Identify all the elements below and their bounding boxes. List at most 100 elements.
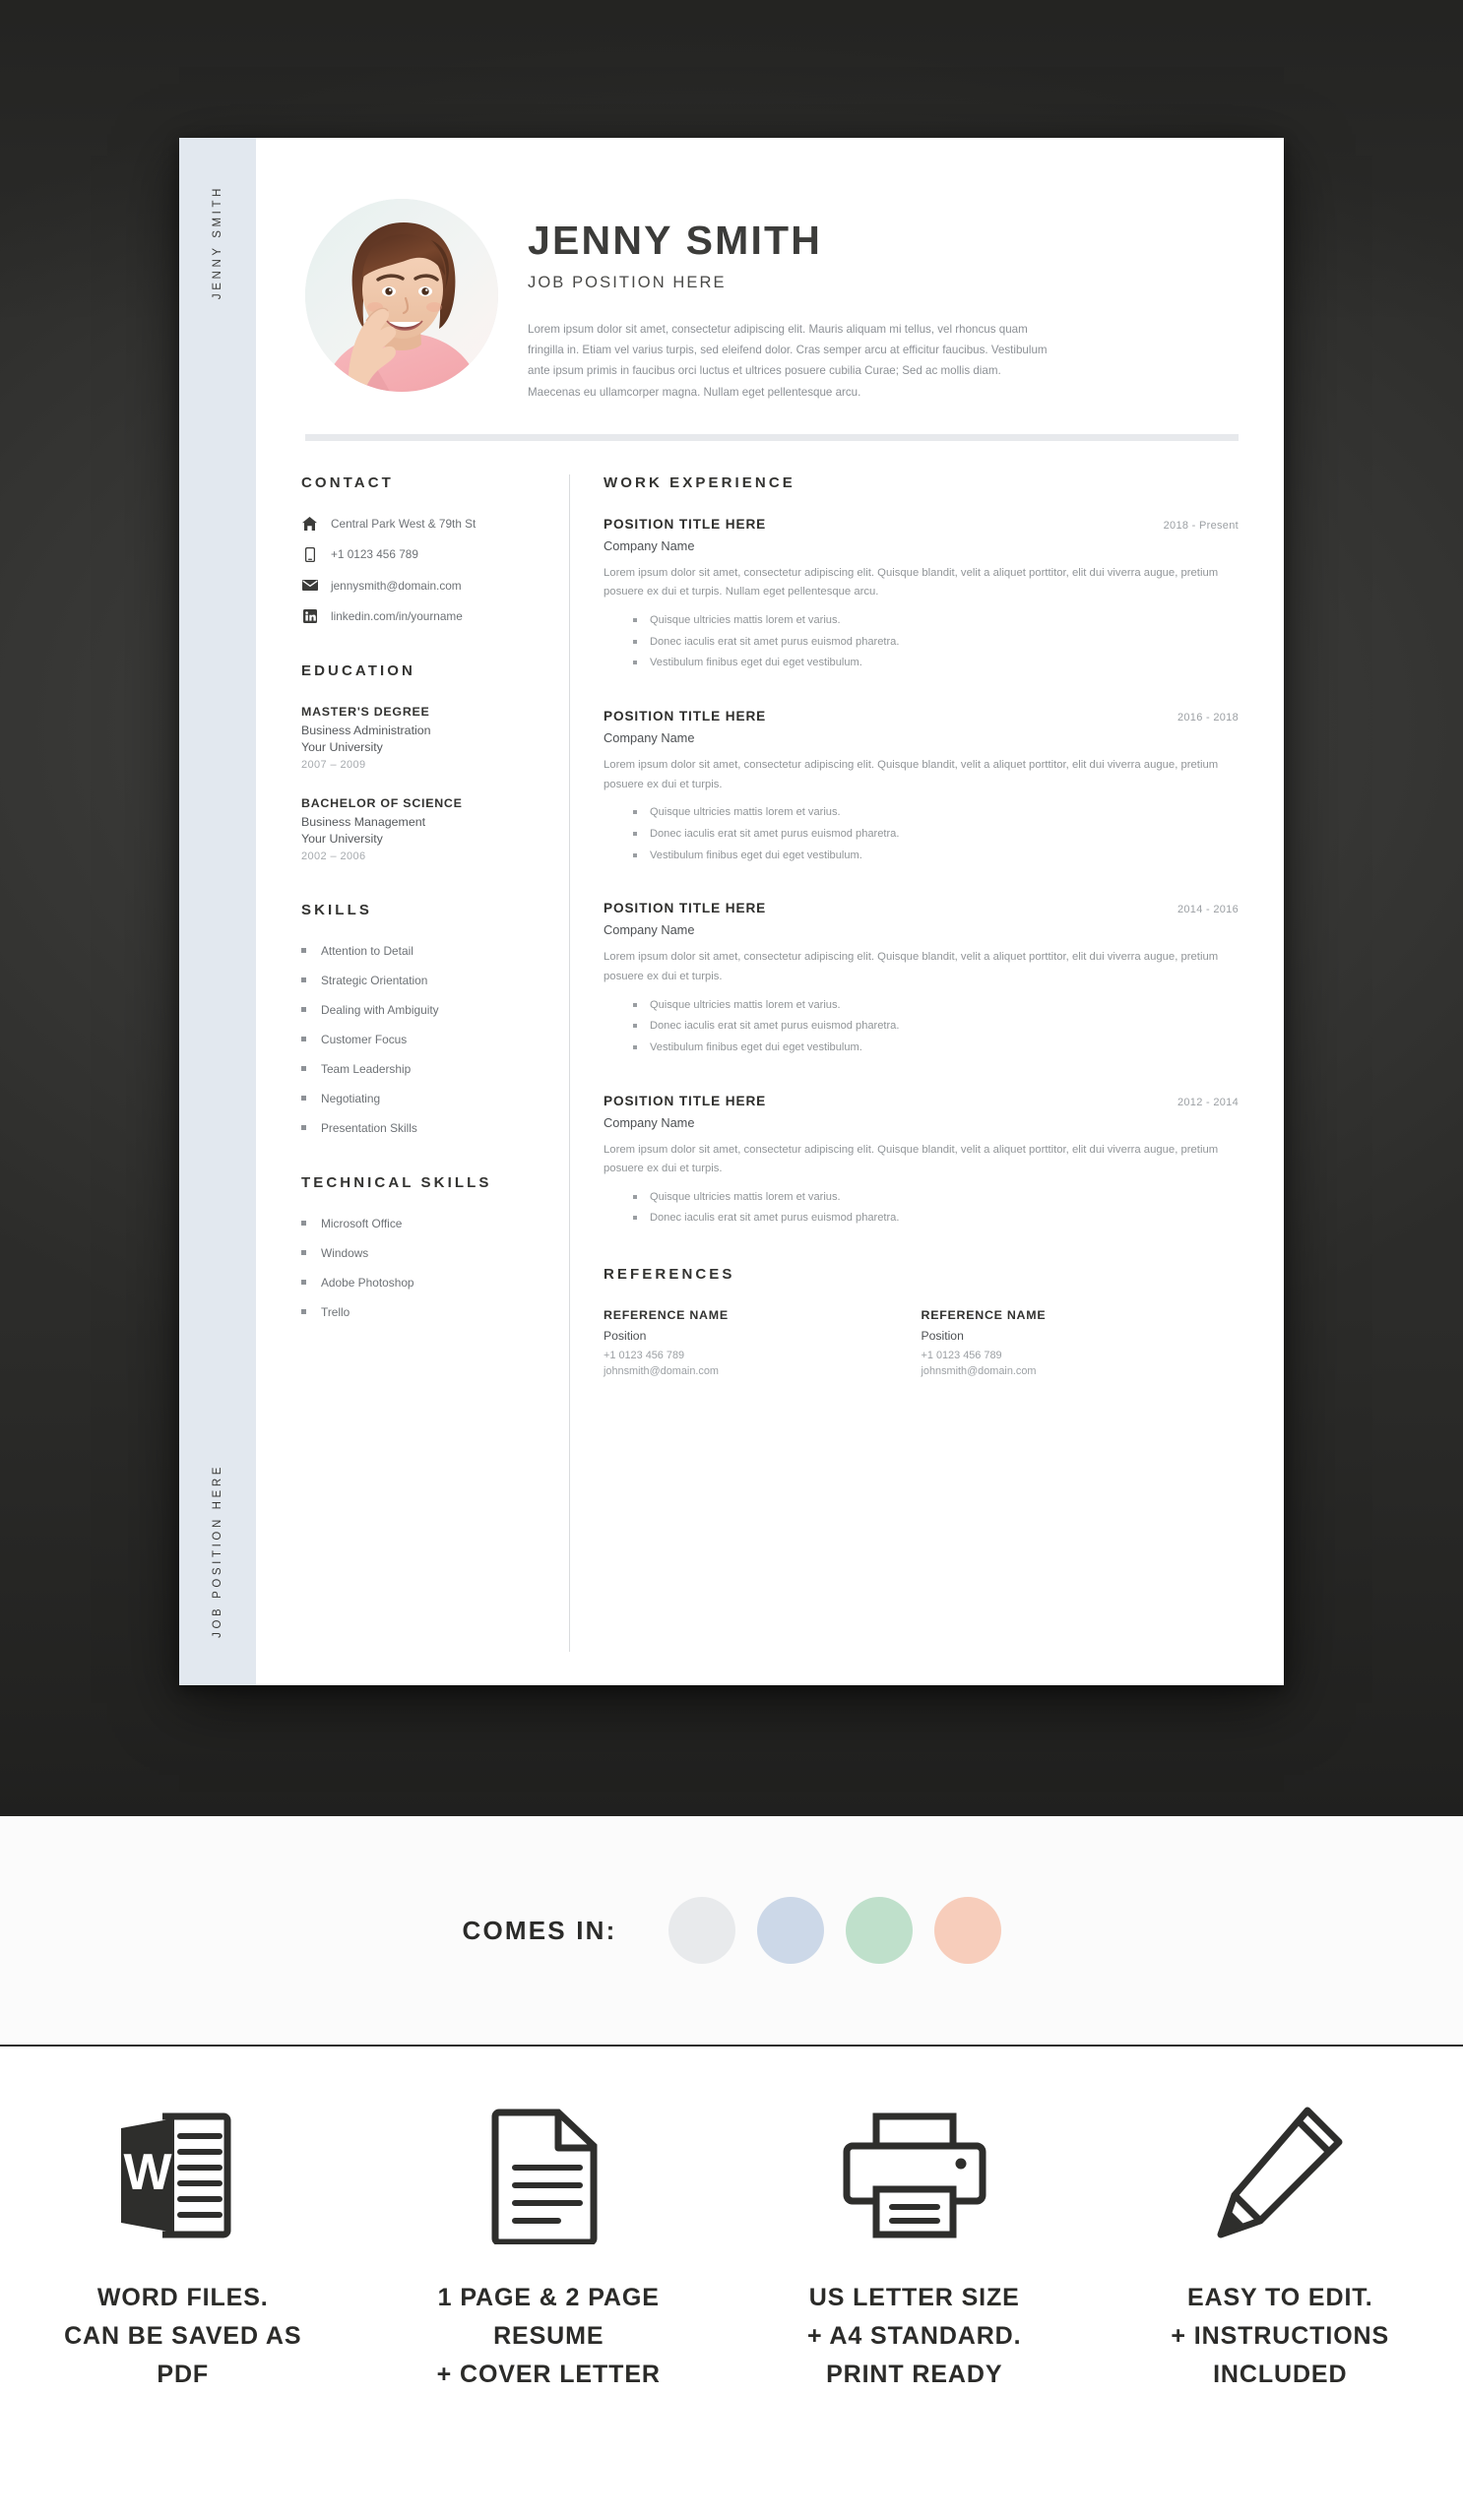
square-bullet-icon bbox=[633, 1024, 637, 1029]
comes-in-label: COMES IN: bbox=[462, 1915, 617, 1945]
list-item: Donec iaculis erat sit amet purus euismo… bbox=[633, 826, 1239, 843]
education-item: BACHELOR OF SCIENCE Business Management … bbox=[301, 796, 543, 862]
feature-label-line: PRINT READY bbox=[826, 2360, 1003, 2388]
feature-word-files: W WORD FILES. CAN BE SAVED AS PDF bbox=[0, 2047, 366, 2520]
feature-label-line: CAN BE SAVED AS bbox=[64, 2321, 302, 2350]
work-experience-entry: POSITION TITLE HERE 2018 - Present Compa… bbox=[604, 517, 1239, 671]
education-degree: BACHELOR OF SCIENCE bbox=[301, 795, 463, 810]
list-item: Windows bbox=[301, 1246, 543, 1260]
envelope-icon bbox=[301, 580, 318, 592]
job-date-range: 2012 - 2014 bbox=[1177, 1096, 1239, 1108]
job-bullet-text: Vestibulum finibus eget dui eget vestibu… bbox=[650, 657, 862, 669]
square-bullet-icon bbox=[633, 1044, 637, 1049]
color-swatch-mint-green[interactable] bbox=[845, 1897, 913, 1964]
feature-label-line: + INSTRUCTIONS bbox=[1171, 2321, 1390, 2350]
education-section-title: EDUCATION bbox=[301, 662, 415, 679]
square-bullet-icon bbox=[301, 1221, 306, 1227]
contact-section: CONTACT Central Park West & 79th St +1 0… bbox=[301, 474, 543, 623]
job-header: POSITION TITLE HERE 2012 - 2014 bbox=[604, 1094, 1239, 1108]
job-company: Company Name bbox=[604, 1114, 695, 1130]
references-list: REFERENCE NAME Position +1 0123 456 789 … bbox=[604, 1308, 1239, 1377]
square-bullet-icon bbox=[301, 977, 306, 983]
reference-position: Position bbox=[921, 1329, 964, 1344]
list-item: Attention to Detail bbox=[301, 944, 543, 958]
document-pages-icon bbox=[489, 2102, 607, 2249]
job-description: Lorem ipsum dolor sit amet, consectetur … bbox=[604, 951, 1219, 982]
feature-label-group: 1 PAGE & 2 PAGE RESUME + COVER LETTER bbox=[437, 2279, 661, 2393]
square-bullet-icon bbox=[301, 1066, 306, 1072]
square-bullet-icon bbox=[633, 810, 637, 815]
contact-email-text: jennysmith@domain.com bbox=[331, 578, 462, 593]
work-experience-entry: POSITION TITLE HERE 2014 - 2016 Company … bbox=[604, 901, 1239, 1055]
list-item: Vestibulum finibus eget dui eget vestibu… bbox=[633, 655, 1239, 671]
job-title: POSITION TITLE HERE bbox=[604, 901, 767, 916]
phone-icon bbox=[301, 546, 318, 562]
reference-phone: +1 0123 456 789 bbox=[921, 1350, 1002, 1362]
resume-side-strip: JENNY SMITH JOB POSITION HERE bbox=[179, 138, 256, 1685]
resume-right-column: WORK EXPERIENCE POSITION TITLE HERE 2018… bbox=[570, 474, 1239, 1685]
list-item: Trello bbox=[301, 1305, 543, 1319]
list-item: Negotiating bbox=[301, 1092, 543, 1105]
skill-label: Customer Focus bbox=[321, 1032, 408, 1046]
home-icon bbox=[301, 516, 318, 531]
job-date-range: 2016 - 2018 bbox=[1177, 712, 1239, 724]
resume-left-column: CONTACT Central Park West & 79th St +1 0… bbox=[301, 474, 569, 1685]
job-bullet-text: Donec iaculis erat sit amet purus euismo… bbox=[650, 635, 900, 648]
square-bullet-icon bbox=[633, 1002, 637, 1007]
education-degree: MASTER'S DEGREE bbox=[301, 704, 430, 719]
square-bullet-icon bbox=[301, 1096, 306, 1102]
feature-label-line: WORD FILES. bbox=[96, 2284, 269, 2311]
skill-label: Team Leadership bbox=[321, 1061, 412, 1076]
job-bullet-text: Donec iaculis erat sit amet purus euismo… bbox=[650, 828, 900, 840]
work-experience-section: WORK EXPERIENCE POSITION TITLE HERE 2018… bbox=[604, 474, 1239, 1227]
resume-body: JENNY SMITH JOB POSITION HERE Lorem ipsu… bbox=[256, 138, 1284, 1685]
feature-label-group: US LETTER SIZE + A4 STANDARD. PRINT READ… bbox=[807, 2279, 1021, 2393]
job-header: POSITION TITLE HERE 2014 - 2016 bbox=[604, 901, 1239, 915]
feature-label-line: EASY TO EDIT. bbox=[1186, 2284, 1373, 2311]
color-swatch-light-blue[interactable] bbox=[756, 1897, 824, 1964]
linkedin-icon bbox=[301, 608, 318, 623]
reference-phone: +1 0123 456 789 bbox=[604, 1350, 685, 1362]
work-experience-entry: POSITION TITLE HERE 2012 - 2014 Company … bbox=[604, 1094, 1239, 1228]
job-bullet-text: Vestibulum finibus eget dui eget vestibu… bbox=[650, 849, 862, 861]
color-swatch-light-gray[interactable] bbox=[668, 1897, 735, 1964]
education-field: Business Management bbox=[301, 814, 426, 829]
feature-row: W WORD FILES. CAN BE SAVED AS PDF 1 PAGE… bbox=[0, 2045, 1463, 2520]
list-item: Customer Focus bbox=[301, 1033, 543, 1046]
technical-skill-label: Microsoft Office bbox=[321, 1216, 403, 1230]
job-company: Company Name bbox=[604, 537, 695, 553]
feature-label-group: WORD FILES. CAN BE SAVED AS PDF bbox=[64, 2279, 301, 2393]
reference-entry: REFERENCE NAME Position +1 0123 456 789 … bbox=[922, 1308, 1240, 1377]
square-bullet-icon bbox=[301, 1250, 306, 1256]
resume-page: JENNY SMITH JOB POSITION HERE JENNY SMIT… bbox=[179, 138, 1284, 1685]
feature-label-line: 1 PAGE & 2 PAGE bbox=[437, 2284, 660, 2311]
job-title: POSITION TITLE HERE bbox=[604, 516, 767, 532]
feature-pages: 1 PAGE & 2 PAGE RESUME + COVER LETTER bbox=[366, 2047, 732, 2520]
skill-label: Attention to Detail bbox=[321, 943, 413, 958]
education-university: Your University bbox=[301, 831, 383, 846]
square-bullet-icon bbox=[633, 1216, 637, 1221]
list-item: Quisque ultricies mattis lorem et varius… bbox=[633, 1189, 1239, 1206]
contact-phone-text: +1 0123 456 789 bbox=[331, 547, 418, 562]
job-date-range: 2014 - 2016 bbox=[1177, 904, 1239, 916]
job-bullet-list: Quisque ultricies mattis lorem et varius… bbox=[604, 804, 1239, 863]
word-document-icon: W bbox=[119, 2102, 247, 2249]
list-item: Quisque ultricies mattis lorem et varius… bbox=[633, 804, 1239, 821]
color-swatch-peach[interactable] bbox=[933, 1897, 1001, 1964]
square-bullet-icon bbox=[301, 1125, 306, 1131]
feature-label-line: PDF bbox=[157, 2360, 210, 2388]
feature-print: US LETTER SIZE + A4 STANDARD. PRINT READ… bbox=[732, 2047, 1098, 2520]
side-strip-name: JENNY SMITH bbox=[212, 185, 223, 300]
list-item: Dealing with Ambiguity bbox=[301, 1003, 543, 1017]
reference-name: REFERENCE NAME bbox=[921, 1308, 1047, 1323]
feature-label-group: EASY TO EDIT. + INSTRUCTIONS INCLUDED bbox=[1171, 2279, 1389, 2393]
work-experience-entry: POSITION TITLE HERE 2016 - 2018 Company … bbox=[604, 709, 1239, 863]
svg-text:W: W bbox=[123, 2144, 172, 2201]
list-item: Adobe Photoshop bbox=[301, 1276, 543, 1290]
list-item: Quisque ultricies mattis lorem et varius… bbox=[633, 612, 1239, 629]
job-title: POSITION TITLE HERE bbox=[604, 1093, 767, 1108]
technical-skill-label: Trello bbox=[321, 1304, 350, 1319]
list-item: Presentation Skills bbox=[301, 1121, 543, 1135]
feature-label-line: RESUME bbox=[493, 2321, 604, 2350]
job-bullet-list: Quisque ultricies mattis lorem et varius… bbox=[604, 997, 1239, 1056]
